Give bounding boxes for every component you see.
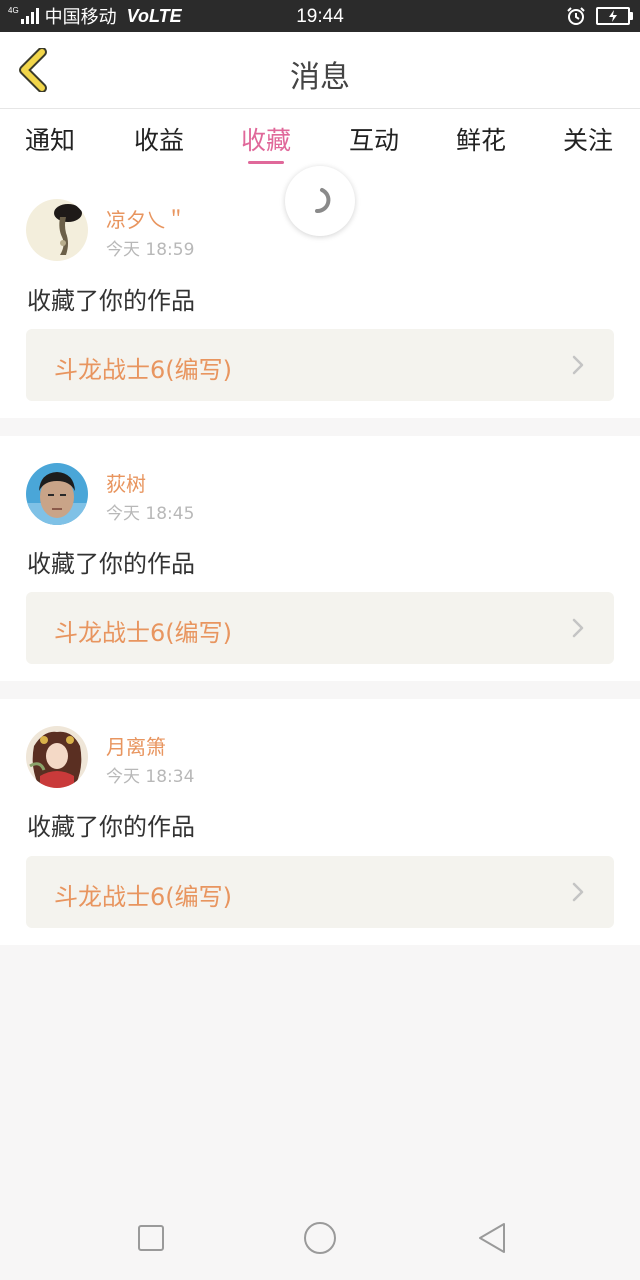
tab-bar: 通知 收益 收藏 互动 鲜花 关注	[0, 109, 640, 167]
system-back-button[interactable]	[474, 1220, 510, 1256]
tab-flowers[interactable]: 鲜花	[456, 121, 506, 157]
avatar[interactable]	[26, 199, 88, 261]
tab-following[interactable]: 关注	[563, 121, 613, 157]
loading-spinner-icon	[315, 188, 331, 213]
battery-icon	[596, 7, 633, 25]
tab-earnings[interactable]: 收益	[134, 121, 184, 157]
status-bar: 4G 中国移动 VoLTE 19:44	[0, 0, 640, 32]
tab-notifications[interactable]: 通知	[25, 121, 75, 157]
square-icon	[138, 1225, 164, 1251]
action-text: 收藏了你的作品	[27, 287, 195, 315]
status-time: 19:44	[296, 6, 344, 27]
timestamp: 今天 18:59	[106, 240, 195, 260]
username[interactable]: 荻树	[106, 468, 146, 497]
avatar[interactable]	[26, 726, 88, 788]
chevron-right-icon	[572, 618, 584, 638]
avatar-image	[26, 463, 88, 525]
active-tab-indicator	[248, 161, 284, 164]
triangle-back-icon	[479, 1223, 505, 1253]
work-link[interactable]: 斗龙战士6(编写)	[26, 856, 614, 928]
work-title: 斗龙战士6(编写)	[54, 356, 232, 384]
chevron-right-icon	[572, 882, 584, 902]
action-text: 收藏了你的作品	[27, 550, 195, 578]
notification-card: 荻树 今天 18:45 收藏了你的作品 斗龙战士6(编写)	[0, 436, 640, 681]
home-button[interactable]	[302, 1220, 338, 1256]
username[interactable]: 凉夕乀＂	[106, 204, 186, 233]
chevron-right-icon	[572, 355, 584, 375]
circle-icon	[304, 1222, 336, 1254]
page-title: 消息	[290, 60, 350, 95]
avatar-image	[26, 726, 88, 788]
timestamp: 今天 18:34	[106, 767, 195, 787]
tab-interactions[interactable]: 互动	[349, 121, 399, 157]
recent-apps-button[interactable]	[133, 1220, 169, 1256]
work-title: 斗龙战士6(编写)	[54, 619, 232, 647]
charging-icon	[609, 10, 617, 22]
notification-card: 月离箫 今天 18:34 收藏了你的作品 斗龙战士6(编写)	[0, 699, 640, 945]
alarm-icon	[567, 7, 585, 25]
work-title: 斗龙战士6(编写)	[54, 883, 232, 911]
avatar[interactable]	[26, 463, 88, 525]
status-right	[566, 5, 633, 27]
username[interactable]: 月离箫	[106, 731, 166, 760]
avatar-image	[26, 199, 88, 261]
header-bar: 消息	[0, 32, 640, 109]
work-link[interactable]: 斗龙战士6(编写)	[26, 592, 614, 664]
loading-spinner	[285, 166, 355, 236]
action-text: 收藏了你的作品	[27, 813, 195, 841]
work-link[interactable]: 斗龙战士6(编写)	[26, 329, 614, 401]
timestamp: 今天 18:45	[106, 504, 195, 524]
tab-favorites[interactable]: 收藏	[241, 121, 291, 157]
system-nav-bar	[0, 1196, 640, 1280]
